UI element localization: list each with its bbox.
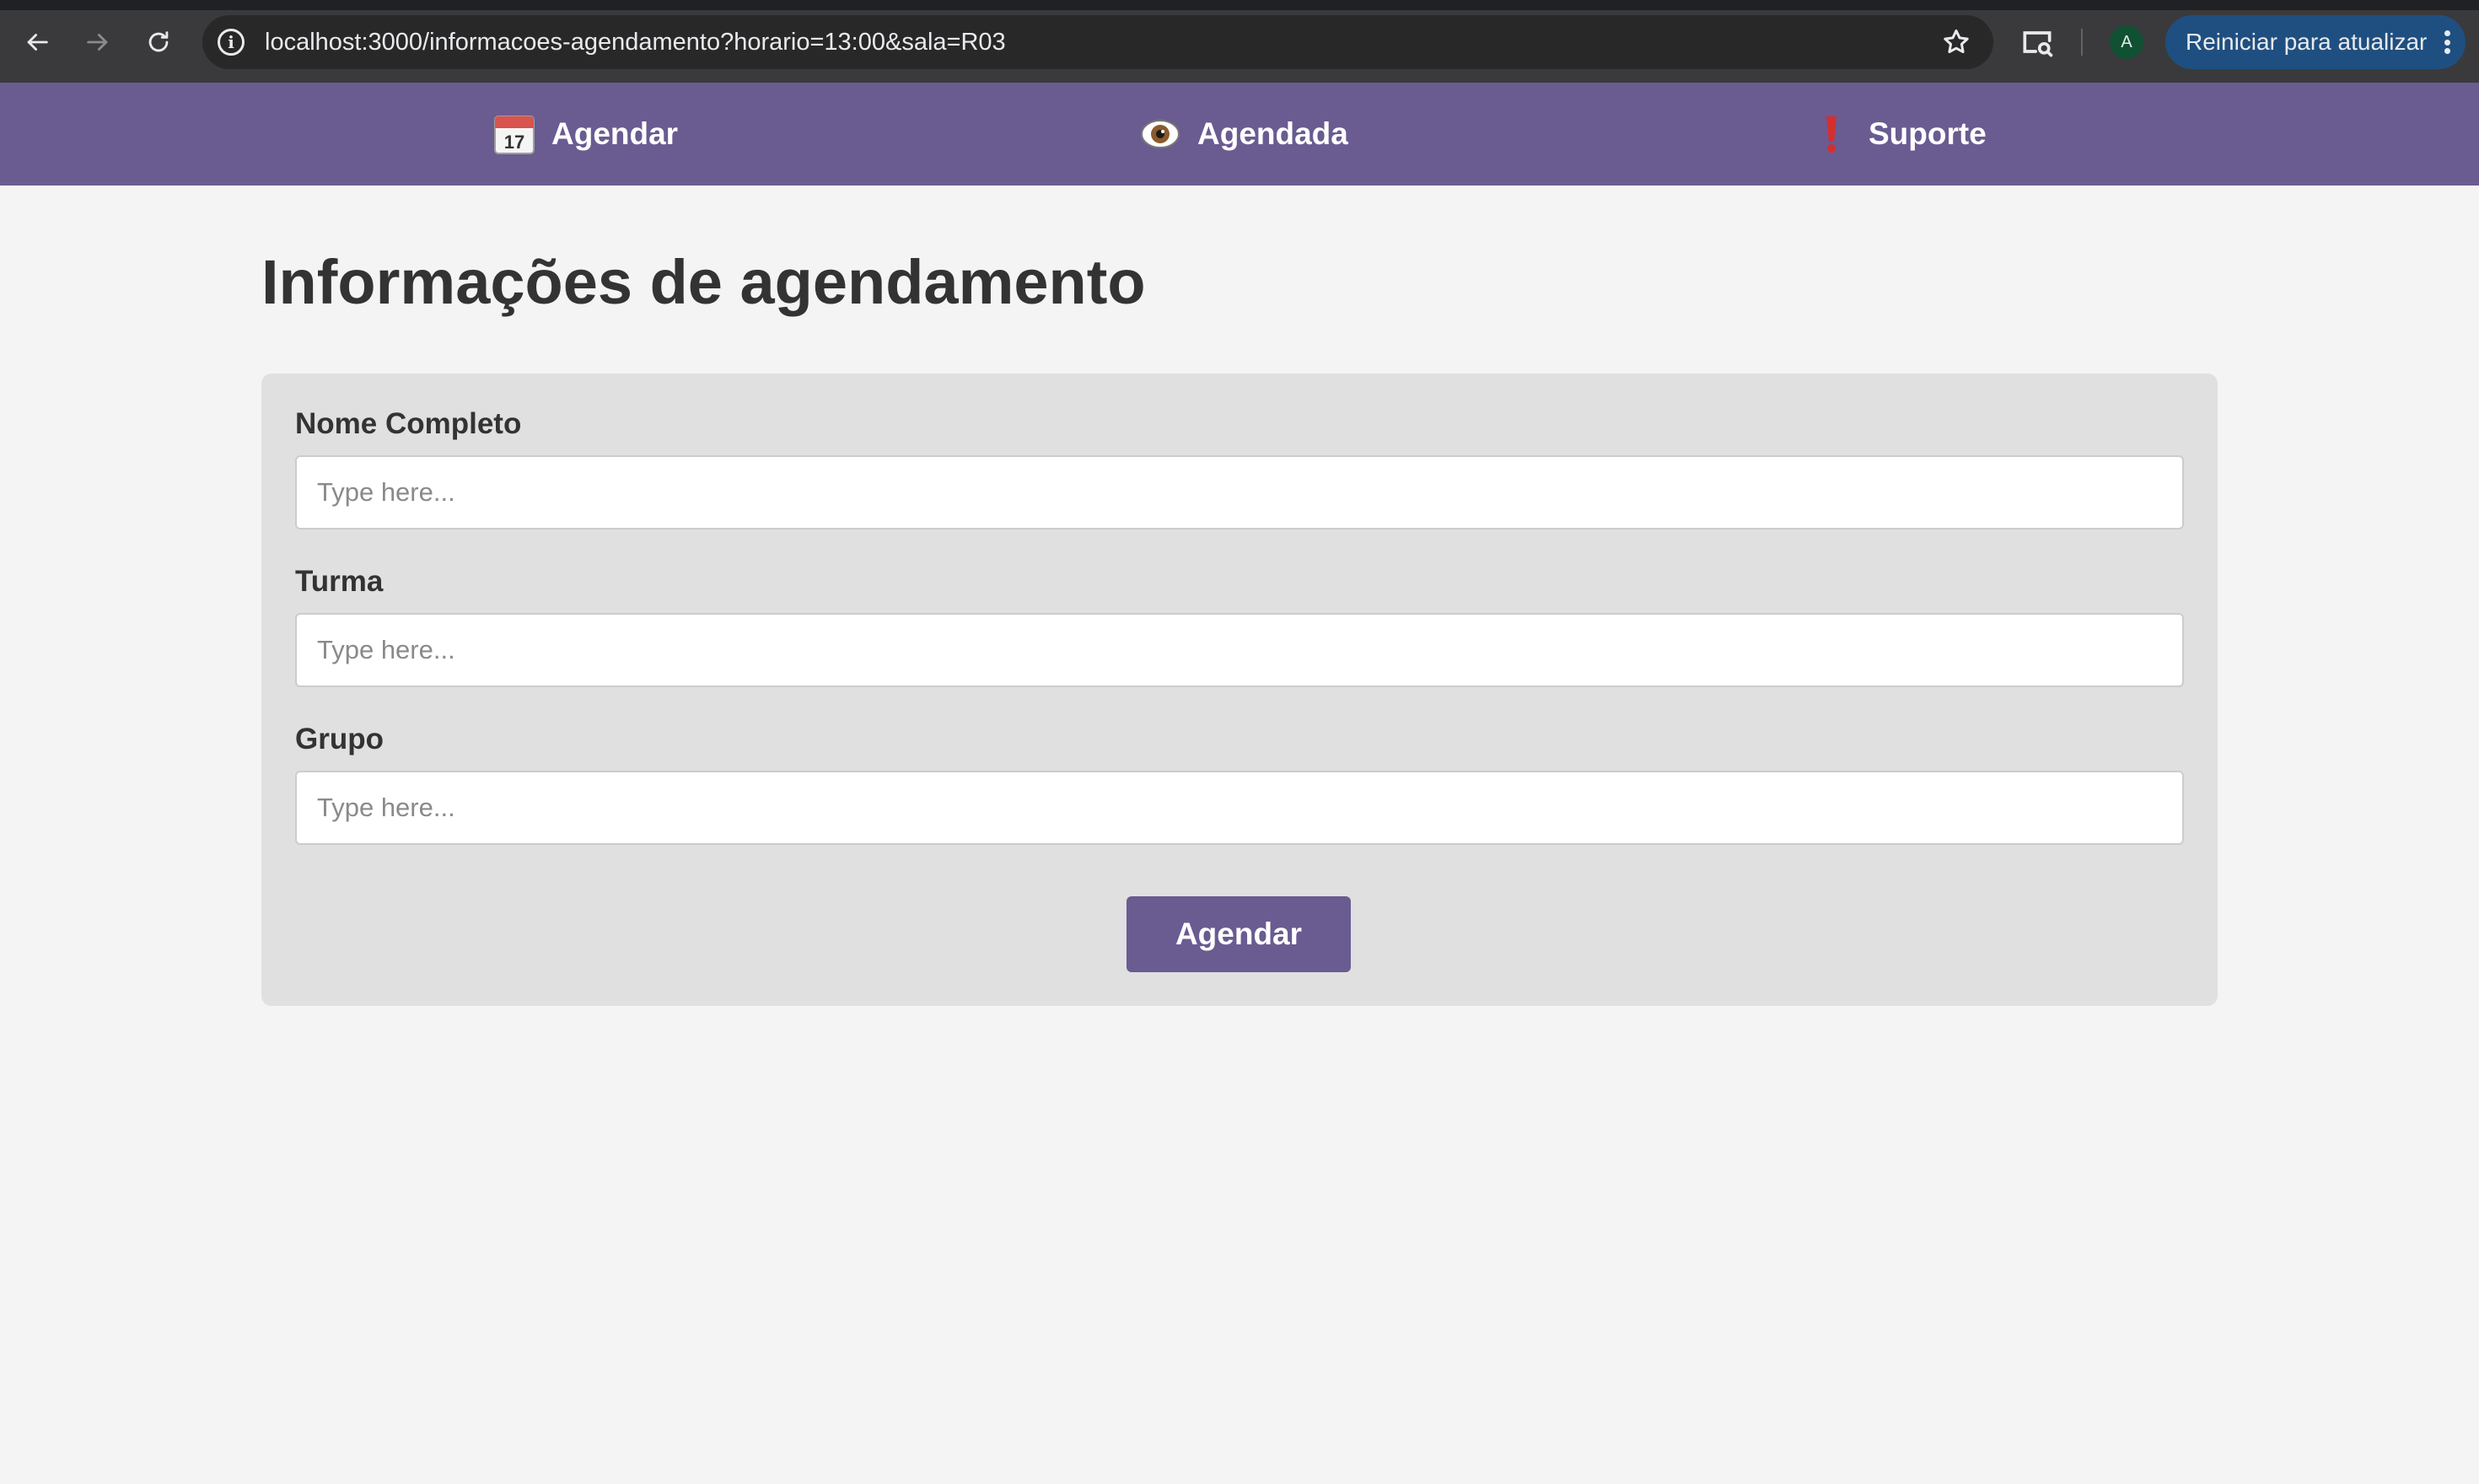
scheduling-form: Nome Completo Turma Grupo Agendar xyxy=(261,374,2218,1006)
nav-item-label: Agendada xyxy=(1197,116,1348,151)
svg-text:17: 17 xyxy=(504,132,524,153)
arrow-right-icon xyxy=(87,34,108,51)
address-url[interactable]: localhost:3000/informacoes-agendamento?h… xyxy=(265,15,1006,69)
schedule-submit-button[interactable]: Agendar xyxy=(1127,896,1351,972)
eye-icon xyxy=(1138,112,1182,156)
full-name-label: Nome Completo xyxy=(295,407,522,440)
group-input[interactable] xyxy=(295,771,2184,845)
full-name-input[interactable] xyxy=(295,455,2184,530)
reload-button[interactable] xyxy=(142,25,175,59)
kebab-menu-icon[interactable] xyxy=(2444,30,2450,54)
back-button[interactable] xyxy=(20,25,54,59)
bookmark-star-icon[interactable] xyxy=(1941,27,1971,57)
reload-icon xyxy=(148,31,169,52)
toolbar-separator xyxy=(2081,29,2083,56)
arrow-left-icon xyxy=(27,34,48,51)
screen-search-icon[interactable] xyxy=(2019,24,2056,61)
nav-item-label: Suporte xyxy=(1869,116,1987,151)
calendar-icon: 17 xyxy=(492,112,536,156)
nav-item-agendada[interactable]: Agendada xyxy=(1138,83,1348,186)
site-info-icon[interactable]: i xyxy=(218,29,245,56)
tab-strip-edge xyxy=(0,0,2479,10)
app-navbar: 17 Agendar Agendada Suporte xyxy=(0,83,2479,186)
class-input[interactable] xyxy=(295,613,2184,687)
forward-button[interactable] xyxy=(81,25,115,59)
nav-item-agendar[interactable]: 17 Agendar xyxy=(492,83,678,186)
group-label: Grupo xyxy=(295,723,384,755)
nav-item-suporte[interactable]: Suporte xyxy=(1810,83,1987,186)
class-label: Turma xyxy=(295,565,384,598)
restart-update-label: Reiniciar para atualizar xyxy=(2186,29,2428,55)
exclamation-icon xyxy=(1810,112,1853,156)
restart-update-button[interactable]: Reiniciar para atualizar xyxy=(2165,15,2466,69)
profile-avatar[interactable]: A xyxy=(2110,25,2143,59)
nav-item-label: Agendar xyxy=(551,116,679,151)
address-bar[interactable]: i localhost:3000/informacoes-agendamento… xyxy=(202,15,1993,69)
browser-toolbar: i localhost:3000/informacoes-agendamento… xyxy=(0,0,2479,83)
page-title: Informações de agendamento xyxy=(261,247,1146,317)
